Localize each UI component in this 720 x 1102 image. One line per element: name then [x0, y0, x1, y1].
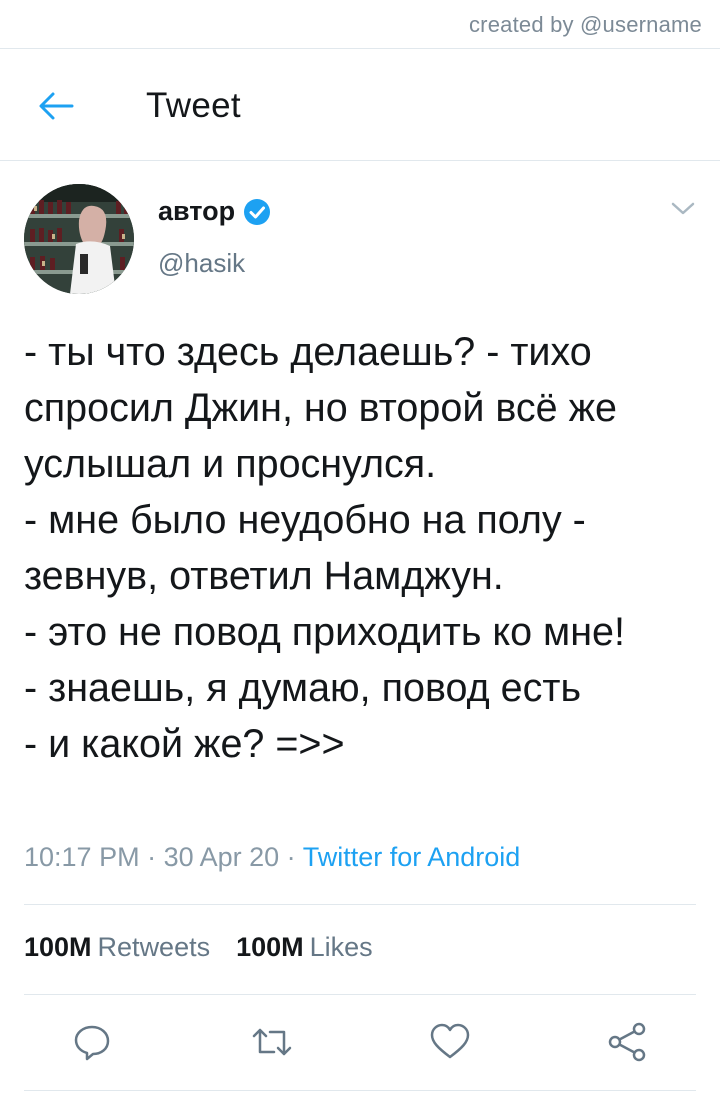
arrow-left-icon: [39, 92, 74, 120]
share-icon: [608, 1022, 646, 1062]
reply-button[interactable]: [70, 1020, 114, 1064]
tweet-date: 30 Apr 20: [163, 842, 280, 872]
chevron-down-icon[interactable]: [670, 200, 696, 218]
divider: [0, 48, 720, 49]
likes-label: Likes: [309, 932, 373, 962]
divider: [0, 160, 720, 161]
avatar-photo: [24, 184, 134, 294]
tweet-text: - ты что здесь делаешь? - тихо спросил Д…: [24, 330, 625, 766]
divider: [24, 1090, 696, 1091]
retweets-label: Retweets: [97, 932, 211, 962]
tweet-source-link[interactable]: Twitter for Android: [303, 842, 521, 872]
page-title: Tweet: [146, 86, 241, 125]
author-name: автор: [158, 196, 236, 226]
credit-text: created by @username: [468, 12, 702, 37]
tweet-time: 10:17 PM: [24, 842, 140, 872]
avatar[interactable]: [24, 184, 134, 294]
retweet-icon: [252, 1028, 292, 1056]
divider: [24, 904, 696, 905]
reply-icon: [74, 1025, 110, 1061]
separator: ·: [279, 842, 303, 872]
tweet-meta: 10:17 PM · 30 Apr 20 · Twitter for Andro…: [24, 842, 520, 873]
heart-icon: [430, 1023, 470, 1059]
author-name-row[interactable]: автор: [158, 196, 271, 227]
author-handle[interactable]: @hasik: [158, 248, 245, 279]
divider: [24, 994, 696, 995]
retweets-stat[interactable]: 100M Retweets: [24, 932, 210, 963]
likes-stat[interactable]: 100M Likes: [236, 932, 373, 963]
separator: ·: [139, 842, 164, 872]
retweet-button[interactable]: [250, 1020, 294, 1064]
like-button[interactable]: [428, 1020, 472, 1064]
likes-count: 100M: [236, 932, 304, 962]
retweets-count: 100M: [24, 932, 92, 962]
tweet-stats: 100M Retweets 100M Likes: [24, 932, 373, 963]
back-button[interactable]: [36, 88, 76, 124]
verified-badge-icon: [244, 198, 271, 225]
share-button[interactable]: [606, 1020, 650, 1064]
